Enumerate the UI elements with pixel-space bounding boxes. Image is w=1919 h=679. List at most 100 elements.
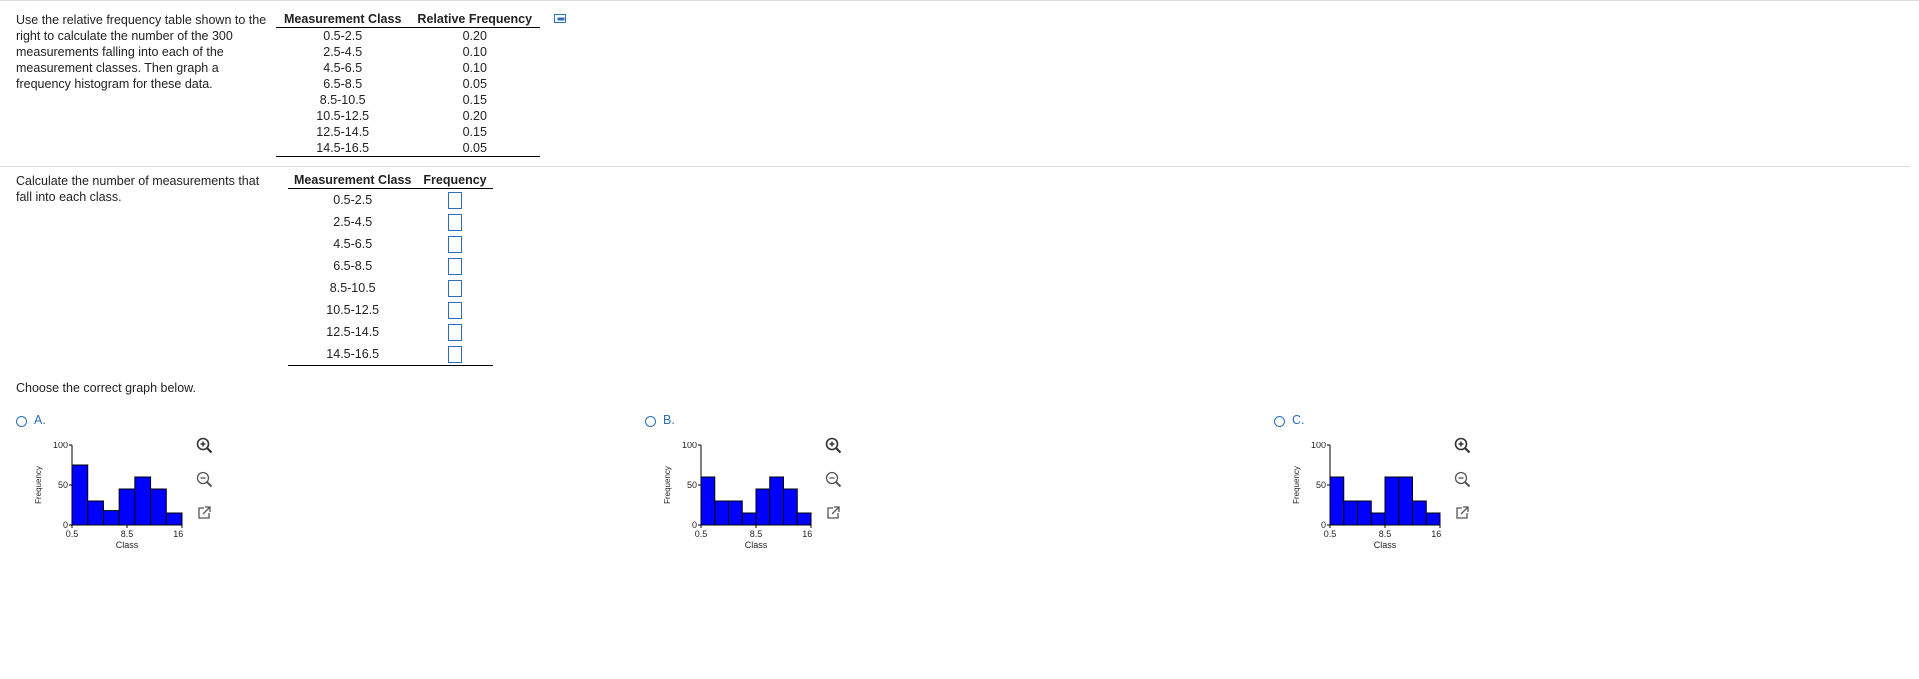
rf-value-cell: 0.15 <box>462 93 487 107</box>
y-tick-label: 100 <box>1311 442 1326 450</box>
zoom-out-icon[interactable] <box>195 470 213 488</box>
rf-value-cell: 0.20 <box>462 29 487 43</box>
x-tick-label: 16.5 <box>1431 529 1442 539</box>
section-divider <box>0 166 1910 167</box>
x-tick-label: 16.5 <box>802 529 813 539</box>
frequency-input[interactable] <box>448 191 463 209</box>
rf-table-row: 4.5-6.5 0.10 <box>276 60 540 76</box>
rf-value-cell: 0.20 <box>462 109 487 123</box>
zoom-in-icon[interactable] <box>824 436 842 454</box>
histogram-bar <box>1370 512 1386 526</box>
frequency-cell <box>417 343 493 366</box>
histogram-bar <box>1357 500 1372 526</box>
frequency-class-cell: 0.5-2.5 <box>333 193 373 207</box>
frequency-cell <box>417 189 492 212</box>
frequency-row: 8.5-10.5 <box>288 277 493 299</box>
popout-icon[interactable] <box>1453 504 1471 522</box>
histogram-bar <box>134 476 152 526</box>
option-radio[interactable] <box>1274 416 1285 427</box>
zoom-out-icon[interactable] <box>1453 470 1471 488</box>
frequency-row: 12.5-14.5 <box>288 321 493 343</box>
y-tick-label: 50 <box>1316 480 1326 490</box>
frequency-input[interactable] <box>448 345 463 363</box>
popout-icon[interactable] <box>195 504 213 522</box>
rf-value-cell: 0.10 <box>462 61 487 75</box>
top-divider <box>0 0 1919 1</box>
frequency-table: Measurement Class Frequency 0.5-2.5 2.5-4… <box>288 173 493 366</box>
x-tick-label: 0.5 <box>1324 529 1337 539</box>
rf-class-cell: 6.5-8.5 <box>323 77 363 91</box>
frequency-input[interactable] <box>448 257 463 275</box>
rf-header-class: Measurement Class <box>276 12 410 28</box>
y-axis-label: Frequency <box>663 466 672 504</box>
rf-table-row: 6.5-8.5 0.05 <box>276 76 540 92</box>
choose-graph-prompt: Choose the correct graph below. <box>16 381 196 395</box>
frequency-input[interactable] <box>448 323 463 341</box>
histogram-bar <box>1412 500 1427 526</box>
option-label[interactable]: A. <box>34 413 46 427</box>
frequency-row: 4.5-6.5 <box>288 233 493 255</box>
y-tick-label: 50 <box>58 480 68 490</box>
option-label[interactable]: C. <box>1292 413 1305 427</box>
rf-class-cell: 0.5-2.5 <box>323 29 363 43</box>
frequency-cell <box>417 211 492 233</box>
zoom-in-icon[interactable] <box>1453 436 1471 454</box>
histogram-bar <box>165 512 183 526</box>
option-radio[interactable] <box>645 416 656 427</box>
histogram-bar <box>118 488 136 526</box>
rf-class-cell: 14.5-16.5 <box>276 140 410 157</box>
histogram-chart: 0501000.58.516.5ClassFrequency <box>34 442 184 550</box>
frequency-class-cell: 8.5-10.5 <box>329 281 376 295</box>
histogram-bar <box>1329 476 1345 526</box>
x-tick-label: 0.5 <box>66 529 79 539</box>
frequency-row: 2.5-4.5 <box>288 211 493 233</box>
answer-option[interactable]: A.0501000.58.516.5ClassFrequency <box>16 410 316 560</box>
frequency-cell <box>417 299 492 321</box>
popout-icon[interactable] <box>824 504 842 522</box>
answer-option[interactable]: B.0501000.58.516.5ClassFrequency <box>645 410 945 560</box>
histogram-bar <box>741 512 757 526</box>
x-tick-label: 8.5 <box>121 529 134 539</box>
frequency-row: 14.5-16.5 <box>288 343 493 366</box>
histogram-bar <box>769 476 784 526</box>
rf-table-row: 8.5-10.5 0.15 <box>276 92 540 108</box>
rf-table-row: 2.5-4.5 0.10 <box>276 44 540 60</box>
frequency-class-cell: 4.5-6.5 <box>333 237 373 251</box>
relative-frequency-table: Measurement Class Relative Frequency 0.5… <box>276 12 541 157</box>
frequency-cell <box>417 233 492 255</box>
y-tick-label: 100 <box>682 442 697 450</box>
frequency-input[interactable] <box>448 213 463 231</box>
rf-value-cell: 0.15 <box>462 125 487 139</box>
histogram-bar <box>755 488 771 526</box>
frequency-row: 6.5-8.5 <box>288 255 493 277</box>
frequency-class-cell: 12.5-14.5 <box>326 325 380 339</box>
zoom-in-icon[interactable] <box>195 436 213 454</box>
rf-table-row: 0.5-2.5 0.20 <box>276 28 540 45</box>
option-radio[interactable] <box>16 416 27 427</box>
y-tick-label: 100 <box>53 442 68 450</box>
frequency-row: 10.5-12.5 <box>288 299 493 321</box>
zoom-out-icon[interactable] <box>824 470 842 488</box>
frequency-input[interactable] <box>448 235 463 253</box>
rf-class-cell: 4.5-6.5 <box>323 61 363 75</box>
calculate-instructions: Calculate the number of measurements tha… <box>16 174 260 204</box>
frequency-class-cell: 14.5-16.5 <box>288 343 418 366</box>
rf-header-relfreq: Relative Frequency <box>409 12 541 28</box>
rf-value-cell: 0.10 <box>462 45 487 59</box>
option-label[interactable]: B. <box>663 413 675 427</box>
instructions-text: Use the relative frequency table shown t… <box>16 13 267 91</box>
frequency-row: 0.5-2.5 <box>288 189 493 212</box>
histogram-bar <box>102 510 120 526</box>
y-axis-label: Frequency <box>1292 466 1301 504</box>
copy-table-icon[interactable] <box>554 14 568 24</box>
frequency-cell <box>417 255 492 277</box>
answer-option[interactable]: C.0501000.58.516.5ClassFrequency <box>1274 410 1574 560</box>
rf-value-cell: 0.05 <box>462 77 487 91</box>
frequency-input[interactable] <box>448 301 463 319</box>
frequency-input[interactable] <box>448 279 463 297</box>
histogram-chart: 0501000.58.516.5ClassFrequency <box>663 442 813 550</box>
frequency-cell <box>417 321 492 343</box>
rf-table-row: 14.5-16.5 0.05 <box>276 140 541 157</box>
y-tick-label: 50 <box>687 480 697 490</box>
rf-class-cell: 10.5-12.5 <box>316 109 370 123</box>
